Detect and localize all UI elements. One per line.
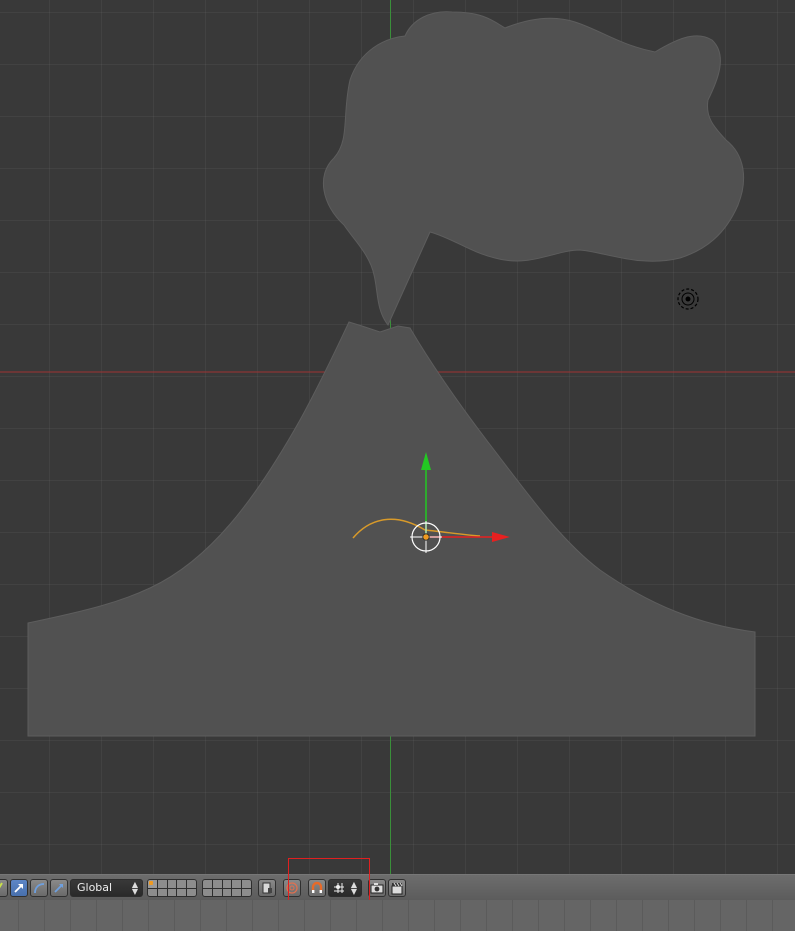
layer-button[interactable] [157,880,167,888]
widget-icon [0,882,3,889]
viewport-header: Global ▲ ▼ ▲ ▼ [0,874,795,900]
timeline-strip[interactable] [0,900,795,931]
layer-button[interactable] [177,888,187,896]
layer-button[interactable] [232,888,242,896]
layer-button[interactable] [222,888,232,896]
layer-button[interactable] [177,880,187,888]
layers-grid-b[interactable] [202,879,252,897]
layer-button[interactable] [167,888,177,896]
dropdown-arrows-icon: ▲ ▼ [350,880,357,896]
scale-arrow-icon [54,884,63,893]
proportional-editing-button[interactable] [283,879,301,897]
3d-cursor-icon[interactable] [677,288,699,310]
layer-button[interactable] [212,888,222,896]
render-animation-button[interactable] [388,879,406,897]
transform-orientation-dropdown[interactable]: Global ▲ ▼ [70,879,143,897]
layer-button[interactable] [187,880,196,888]
widget-toggle-button[interactable] [0,879,8,897]
object-origin-dot [422,533,430,541]
layer-button[interactable] [167,880,177,888]
dropdown-arrows-icon: ▲ ▼ [131,880,138,896]
lock-layers-button[interactable] [258,879,276,897]
layer-button[interactable] [203,888,212,896]
layer-button[interactable] [222,880,232,888]
transform-orientation-value: Global [77,881,113,894]
translate-arrow-icon [14,884,23,893]
layer-button[interactable] [203,880,212,888]
magnet-icon [311,881,323,893]
smoke-cloud-mesh[interactable] [322,11,745,326]
manipulator-rotate-button[interactable] [30,879,48,897]
layers-grid-a[interactable] [147,879,197,897]
layer-button[interactable] [212,880,222,888]
snap-toggle-button[interactable] [308,879,326,897]
clapperboard-icon [391,882,403,895]
snap-increment-icon [334,883,344,893]
layer-button[interactable] [148,880,157,888]
snap-element-dropdown[interactable]: ▲ ▼ [328,879,362,897]
layer-button[interactable] [232,880,242,888]
render-opengl-button[interactable] [368,879,386,897]
manipulator-translate-button[interactable] [10,879,28,897]
layer-lock-icon [262,882,272,894]
layer-button[interactable] [187,888,196,896]
camera-icon [370,883,384,894]
manipulator-scale-button[interactable] [50,879,68,897]
proportional-edit-icon [286,882,298,894]
layer-button[interactable] [157,888,167,896]
3d-viewport[interactable] [0,0,795,874]
layer-button[interactable] [242,888,251,896]
volcano-mesh[interactable] [27,321,756,737]
layer-button[interactable] [242,880,251,888]
rotate-arc-icon [34,883,45,894]
layer-button[interactable] [148,888,157,896]
viewport-scene[interactable] [0,0,795,874]
